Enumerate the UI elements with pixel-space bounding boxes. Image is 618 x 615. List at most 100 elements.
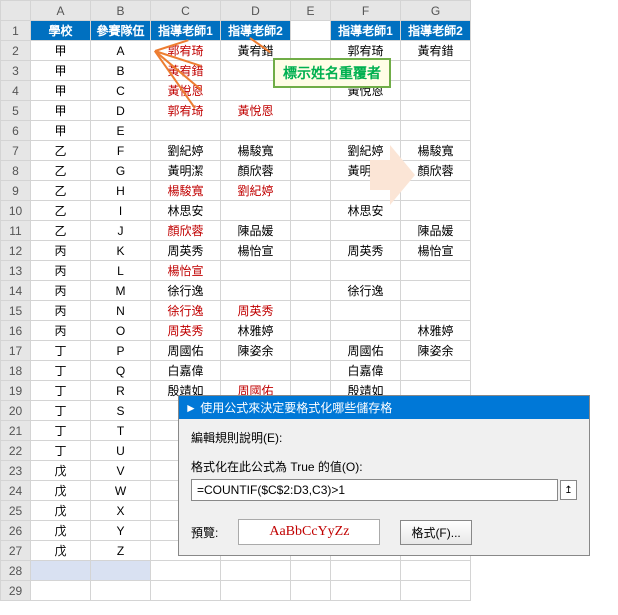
cell[interactable]: 陳姿余 — [401, 341, 471, 361]
cell[interactable]: 黃悅恩 — [151, 81, 221, 101]
row-header[interactable]: 4 — [1, 81, 31, 101]
row-header[interactable]: 9 — [1, 181, 31, 201]
cell[interactable] — [221, 581, 291, 601]
cell[interactable] — [31, 561, 91, 581]
cell[interactable]: J — [91, 221, 151, 241]
cell[interactable] — [291, 141, 331, 161]
cell[interactable]: 戊 — [31, 521, 91, 541]
cell[interactable] — [291, 301, 331, 321]
cell[interactable]: 黃悅恩 — [221, 101, 291, 121]
cell[interactable]: U — [91, 441, 151, 461]
cell[interactable] — [331, 261, 401, 281]
cell[interactable]: 丙 — [31, 321, 91, 341]
cell[interactable]: 丙 — [31, 241, 91, 261]
cell[interactable] — [221, 281, 291, 301]
cell[interactable]: 楊駿寬 — [221, 141, 291, 161]
row-header[interactable]: 15 — [1, 301, 31, 321]
cell[interactable]: F — [91, 141, 151, 161]
cell[interactable]: L — [91, 261, 151, 281]
cell[interactable]: 劉紀婷 — [221, 181, 291, 201]
row-header[interactable]: 19 — [1, 381, 31, 401]
cell[interactable]: 戊 — [31, 541, 91, 561]
cell[interactable]: 參賽隊伍 — [91, 21, 151, 41]
cell[interactable] — [221, 201, 291, 221]
cell[interactable]: 徐行逸 — [331, 281, 401, 301]
cell[interactable] — [151, 121, 221, 141]
cell[interactable] — [331, 221, 401, 241]
cell[interactable]: 丁 — [31, 381, 91, 401]
cell[interactable] — [291, 581, 331, 601]
row-header[interactable]: 18 — [1, 361, 31, 381]
cell[interactable] — [331, 581, 401, 601]
row-header[interactable]: 26 — [1, 521, 31, 541]
cell[interactable] — [91, 581, 151, 601]
cell[interactable] — [291, 21, 331, 41]
cell[interactable] — [151, 581, 221, 601]
cell[interactable] — [291, 181, 331, 201]
cell[interactable]: 周國佑 — [151, 341, 221, 361]
cell[interactable] — [151, 561, 221, 581]
row-header[interactable]: 6 — [1, 121, 31, 141]
cell[interactable] — [291, 101, 331, 121]
column-header[interactable]: C — [151, 1, 221, 21]
cell[interactable]: X — [91, 501, 151, 521]
cell[interactable]: K — [91, 241, 151, 261]
row-header[interactable]: 20 — [1, 401, 31, 421]
cell[interactable] — [221, 361, 291, 381]
cell[interactable] — [91, 561, 151, 581]
cell[interactable]: 甲 — [31, 61, 91, 81]
cell[interactable]: V — [91, 461, 151, 481]
cell[interactable]: 丁 — [31, 341, 91, 361]
cell[interactable] — [401, 261, 471, 281]
cell[interactable]: 甲 — [31, 121, 91, 141]
cell[interactable]: A — [91, 41, 151, 61]
cell[interactable]: 楊駿寬 — [151, 181, 221, 201]
cell[interactable] — [291, 321, 331, 341]
cell[interactable] — [331, 121, 401, 141]
row-header[interactable]: 3 — [1, 61, 31, 81]
cell[interactable]: 徐行逸 — [151, 281, 221, 301]
cell[interactable]: 徐行逸 — [151, 301, 221, 321]
cell[interactable] — [291, 241, 331, 261]
cell[interactable] — [291, 361, 331, 381]
cell[interactable]: 郭宥琦 — [151, 101, 221, 121]
cell[interactable]: 甲 — [31, 81, 91, 101]
cell[interactable]: 劉紀婷 — [151, 141, 221, 161]
cell[interactable]: I — [91, 201, 151, 221]
cell[interactable] — [331, 321, 401, 341]
column-header[interactable]: B — [91, 1, 151, 21]
cell[interactable]: H — [91, 181, 151, 201]
cell[interactable]: 白嘉偉 — [151, 361, 221, 381]
cell[interactable] — [221, 261, 291, 281]
cell[interactable] — [291, 201, 331, 221]
cell[interactable] — [291, 161, 331, 181]
row-header[interactable]: 1 — [1, 21, 31, 41]
cell[interactable]: 顏欣蓉 — [151, 221, 221, 241]
column-header[interactable]: G — [401, 1, 471, 21]
cell[interactable]: Z — [91, 541, 151, 561]
row-header[interactable]: 16 — [1, 321, 31, 341]
cell[interactable]: 周英秀 — [221, 301, 291, 321]
cell[interactable]: 丁 — [31, 421, 91, 441]
cell[interactable]: 黃明潔 — [151, 161, 221, 181]
cell[interactable]: 周國佑 — [331, 341, 401, 361]
cell[interactable]: 林思安 — [151, 201, 221, 221]
cell[interactable]: T — [91, 421, 151, 441]
corner-cell[interactable] — [1, 1, 31, 21]
cell[interactable]: M — [91, 281, 151, 301]
cell[interactable] — [401, 281, 471, 301]
cell[interactable]: 黃宥錯 — [401, 41, 471, 61]
cell[interactable]: S — [91, 401, 151, 421]
format-button[interactable]: 格式(F)... — [400, 520, 471, 545]
cell[interactable]: 指導老師2 — [221, 21, 291, 41]
cell[interactable]: 乙 — [31, 201, 91, 221]
cell[interactable]: R — [91, 381, 151, 401]
cell[interactable] — [291, 121, 331, 141]
formula-input[interactable] — [191, 479, 558, 501]
cell[interactable] — [401, 301, 471, 321]
cell[interactable]: 白嘉偉 — [331, 361, 401, 381]
cell[interactable] — [221, 561, 291, 581]
cell[interactable]: 指導老師1 — [331, 21, 401, 41]
cell[interactable]: 戊 — [31, 501, 91, 521]
cell[interactable]: 乙 — [31, 181, 91, 201]
